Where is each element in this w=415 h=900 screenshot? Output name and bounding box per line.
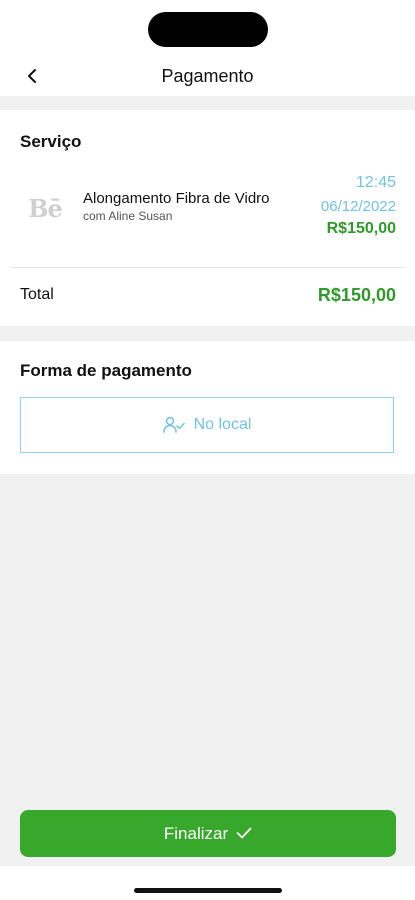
total-value: R$150,00 (317, 285, 396, 305)
payment-option-label: No local (193, 416, 252, 433)
salon-logo: Bē (28, 194, 63, 223)
total-label: Total (20, 286, 54, 303)
payment-card: Forma de pagamento No local (0, 341, 415, 474)
dynamic-island (148, 12, 268, 47)
finalize-label: Finalizar (163, 823, 229, 843)
service-professional: com Aline Susan (83, 209, 173, 223)
home-indicator[interactable] (134, 888, 282, 893)
bottom-safe-area (0, 866, 415, 900)
page-title: Pagamento (161, 66, 254, 86)
payment-section-title: Forma de pagamento (20, 361, 192, 380)
divider (10, 267, 405, 268)
payment-option-on-site[interactable]: No local (20, 397, 394, 453)
check-icon (236, 824, 252, 844)
user-check-icon (162, 416, 185, 434)
status-bar (0, 0, 415, 56)
service-card: Serviço Bē Alongamento Fibra de Vidro co… (0, 110, 415, 326)
navigation-bar: Pagamento (0, 56, 415, 96)
service-date: 06/12/2022 (320, 198, 396, 215)
finalize-button[interactable]: Finalizar (20, 810, 396, 857)
service-price: R$150,00 (326, 220, 396, 237)
service-section-title: Serviço (20, 132, 82, 151)
service-name: Alongamento Fibra de Vidro (83, 190, 270, 207)
service-time: 12:45 (355, 174, 396, 191)
